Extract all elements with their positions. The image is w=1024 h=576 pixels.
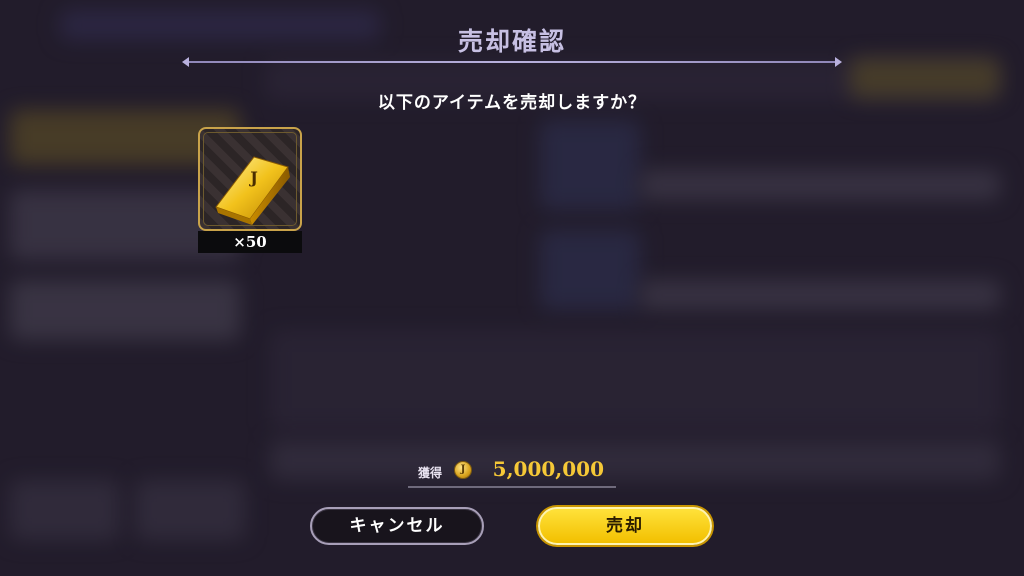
title-divider xyxy=(182,57,842,67)
divider-arrow-left-icon xyxy=(182,57,189,67)
item-icon-frame: J xyxy=(198,127,302,231)
coin-icon: J xyxy=(454,461,472,479)
confirm-question: 以下のアイテムを売却しますか？ xyxy=(377,93,647,113)
gain-label: 獲得 xyxy=(418,466,443,480)
item-count: ×50 xyxy=(198,231,302,253)
gain-row: 獲得 J 5,000,000 xyxy=(408,456,616,488)
sell-button[interactable]: 売却 xyxy=(538,507,712,545)
item-card: J ×50 xyxy=(198,127,304,253)
sell-confirm-dialog: 売却確認 以下のアイテムを売却しますか？ J ×50 獲得 J 5,000,00… xyxy=(0,0,1024,576)
gold-bar-icon: J xyxy=(215,156,290,225)
gold-bar-emblem: J xyxy=(248,168,258,187)
divider-arrow-right-icon xyxy=(835,57,842,67)
gain-value: 5,000,000 xyxy=(492,457,604,481)
cancel-button[interactable]: キャンセル xyxy=(310,507,484,545)
dialog-title: 売却確認 xyxy=(457,27,566,56)
